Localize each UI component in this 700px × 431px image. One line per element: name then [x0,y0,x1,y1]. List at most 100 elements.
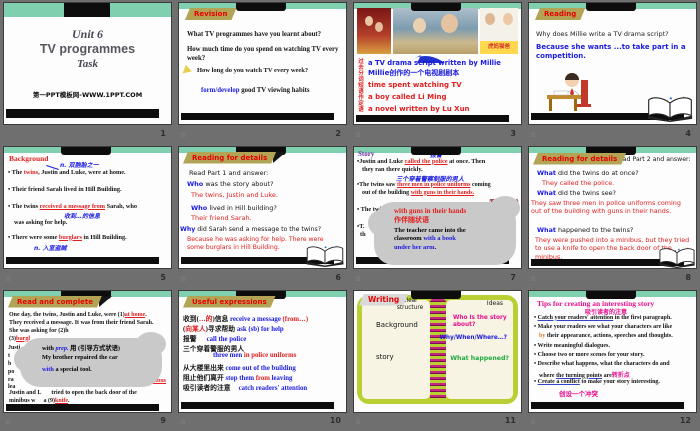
section-banner: Useful expressions [183,296,276,308]
poster-3-title: 虎妈猫爸 [480,41,518,54]
template-footer-bar [6,109,159,118]
template-footer-bar [181,401,334,409]
page-number: 9 [160,416,166,425]
thumbnail-marker-icon: ☆ [530,274,537,283]
occluded-fragment: b [8,360,12,367]
poster-image-1 [357,8,391,54]
template-header-block [411,3,461,11]
question-1: Who was the story about? [187,179,274,188]
page-number: 12 [679,416,691,425]
slide-thumbnail-11[interactable]: Writing Clear structure Background story… [353,289,522,413]
template-footer-bar [531,401,684,409]
section-banner: Revision [185,8,236,20]
reading-answer: Because she wants ...to take part in a c… [536,43,686,60]
notebook-left-page [362,299,430,399]
lesson-title: TV programmes [39,42,136,56]
cloze-line-2: They received a message. It was from the… [9,319,154,326]
revision-question-2: How much time do you spend on watching T… [187,46,339,62]
story-fragment-2: •T. [357,222,365,230]
revision-question-3: How long do you watch TV every week? [197,67,309,74]
annotation-burglars: n. 入室盗贼 [34,244,67,252]
template-footer-bar [181,113,334,120]
page-number: 10 [329,416,341,425]
tv-drama-posters: 虎妈猫爸 [357,8,518,54]
tip-5-cont: where the turning points are转折点 [539,372,630,379]
answer-2: They saw three men in police uniforms co… [531,198,681,216]
cloud-example: The teacher came into the classroom with… [394,226,466,251]
slide-thumbnail-3[interactable]: 虎妈猫爸 过去分词短语作定语 a TV drama script written… [353,2,522,125]
section-banner: Reading [535,8,585,20]
open-book-illustration [647,95,693,122]
slide-thumbnail-10[interactable]: Useful expressions 收到(…的)信息 receive a me… [178,289,347,413]
thumbnail-marker-icon: ☆ [355,274,362,283]
thumbnail-marker-icon: ☆ [355,418,362,426]
grid-cell-6: Reading for details Read Part 1 and answ… [175,144,350,288]
lesson-subtitle: Task [77,58,98,70]
question-2: What did the twins see? [537,188,616,197]
expression-row-7: 吸引读者的注意 catch readers' attention [183,384,308,392]
slide-thumbnail-8[interactable]: Reading for details Read Part 2 and answ… [528,145,697,269]
page-number: 3 [510,128,516,138]
thumbnail-marker-icon: ☆ [530,130,537,139]
slide-thumbnail-6[interactable]: Reading for details Read Part 1 and answ… [178,145,347,269]
page-number: 4 [685,128,691,138]
grid-cell-5: Background n. 双胞胎之一 • The twins, Justin … [0,144,175,288]
grid-cell-10: Useful expressions 收到(…的)信息 receive a me… [175,288,350,431]
question-2: Who lived in Hill building? [191,203,277,212]
occluded-fragment: t [8,352,10,359]
slide-thumbnail-7[interactable]: Story 报警 •Justin and Luke called the pol… [353,145,522,269]
idea-question-1: Who is the story about? [453,314,507,328]
thumbnail-marker-icon: ☆ [5,274,12,283]
student-writing-illustration [547,73,591,111]
background-bullet-4: • There were some burglars in Hill Build… [8,233,127,241]
example-phrase-2: time spent watching TV [368,81,462,89]
tip-3: • Write meaningful dialogues. [534,342,610,349]
tip-1: • Catch your readers' attention in the f… [534,314,672,321]
example-phrase-1-cn: Millie创作的一个电视剧剧本 [368,69,460,77]
slide-thumbnail-5[interactable]: Background n. 双胞胎之一 • The twins, Justin … [3,145,172,269]
expression-row-1: 收到(…的)信息 receive a message (from…) [183,315,309,323]
page-number: 1 [160,128,166,138]
page-number: 7 [510,272,516,282]
grid-cell-9: Read and complete One day, the twins, Ju… [0,288,175,431]
background-bullet-2: • Their friend Sarah lived in Hill Build… [8,185,122,193]
cloud-phrase: with guns in their hands [394,206,467,215]
poster-image-3: 虎妈猫爸 [480,8,518,54]
expression-row-6: 阻止他们离开 stop them from leaving [183,374,293,382]
pointer-icon [182,64,194,77]
grammar-note-cloud: with guns in their hands 作伴随状语 The teach… [368,195,520,265]
expression-row-5: 从大楼里出来 come out of the building [183,364,296,372]
annotation-twins: n. 双胞胎之一 [60,161,99,169]
slide-thumbnail-4[interactable]: Reading Why does Millie write a TV drama… [528,2,697,125]
occluded-fragment: po [8,368,15,375]
slide-title: Story [358,149,375,158]
template-footer-bar [6,256,159,264]
page-number: 6 [335,272,341,282]
revision-question-1: What TV programmes have you learnt about… [187,31,322,38]
slide-thumbnail-12[interactable]: Tips for creating an interesting story 吸… [528,289,697,413]
template-watermark: 第一PPT模板网-WWW.1PPT.COM [32,91,143,99]
expression-row-3: 报警 call the police [183,335,247,343]
slide-thumbnail-1[interactable]: Unit 6 TV programmes Task 第一PPT模板网-WWW.1… [3,2,172,125]
expression-row-2: (向某人)寻求帮助 ask (sb) for help [183,325,284,333]
tip-5: • Describe what happens, what the charac… [534,360,670,367]
template-footer-bar [6,403,159,411]
answer-1: The twins, Justin and Luke. [191,190,278,199]
cloze-bottom-1: Justin and Ltried to open the back door … [9,389,137,396]
grammar-vertical-note: 过去分词短语作定语 [357,58,363,112]
story-line-2-cont: out of the building with guns in their h… [362,189,475,196]
background-bullet-1: • The twins, Justin and Luke, were at ho… [8,168,126,176]
page-number: 2 [335,128,341,138]
slide-thumbnail-9[interactable]: Read and complete One day, the twins, Ju… [3,289,172,413]
slide-thumbnail-2[interactable]: Revision What TV programmes have you lea… [178,2,347,125]
cloze-line-3: She was asking for (2)h [9,327,69,334]
thumbnail-marker-icon: ☆ [180,130,187,139]
unit-title: Unit 6 [71,27,103,41]
example-phrase-3: a boy called Li Ming [368,93,447,101]
background-bullet-3-cont: was asking for help. [14,218,68,226]
grammar-note-cloud: with prep. 用 (引导方式状语) My brother repaire… [14,331,166,387]
template-header-block [411,146,461,155]
grid-cell-2: Revision What TV programmes have you lea… [175,0,350,144]
slide-title: Background [9,153,49,163]
notebook-spiral [429,298,446,400]
